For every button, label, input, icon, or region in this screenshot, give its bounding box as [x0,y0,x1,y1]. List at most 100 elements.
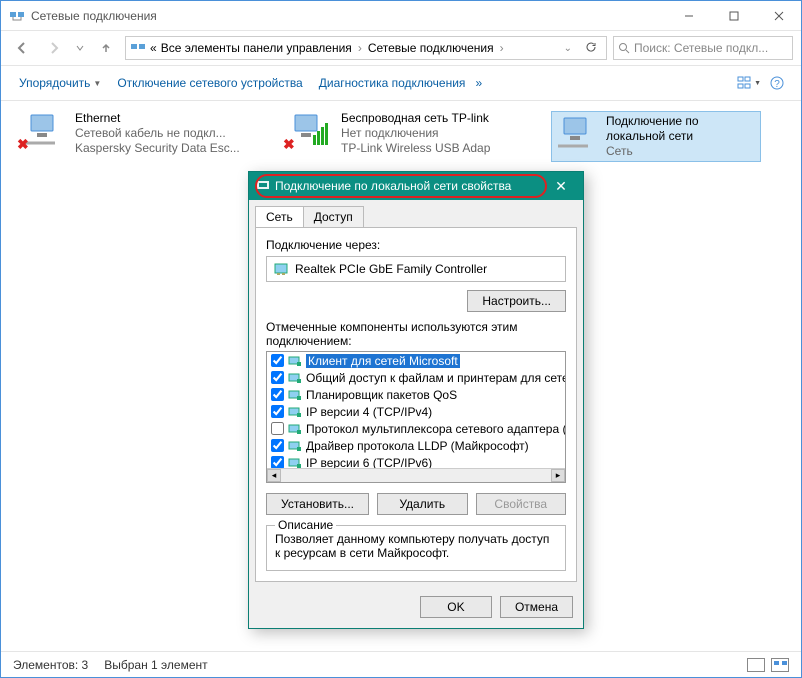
dialog-title: Подключение по локальной сети свойства [275,179,511,193]
component-icon [288,457,302,469]
disable-device-button[interactable]: Отключение сетевого устройства [111,72,308,94]
connection-title: Ethernet [75,111,240,126]
component-checkbox[interactable] [271,388,284,401]
search-input[interactable]: Поиск: Сетевые подкл... [613,36,793,60]
adapter-box: Realtek PCIe GbE Family Controller [266,256,566,282]
scroll-right[interactable]: ▸ [551,469,565,482]
connection-item-lan[interactable]: Подключение по локальной сети Сеть [551,111,761,162]
connection-adapter: Kaspersky Security Data Esc... [75,141,240,156]
component-checkbox[interactable] [271,439,284,452]
nav-back-button[interactable] [9,35,35,61]
close-button[interactable] [756,1,801,30]
toolbar: Упорядочить▼ Отключение сетевого устройс… [1,65,801,101]
component-icon [288,406,302,418]
component-icon [288,389,302,401]
component-icon [288,440,302,452]
breadcrumb-seg-1[interactable]: Все элементы панели управления [161,41,352,55]
minimize-button[interactable] [666,1,711,30]
dialog-close-button[interactable]: ✕ [545,178,577,195]
breadcrumb-seg-2[interactable]: Сетевые подключения [368,41,494,55]
component-checkbox[interactable] [271,371,284,384]
nic-icon [273,261,289,277]
connection-status: Сеть [606,144,758,159]
chevron-down-icon: ▼ [754,80,761,87]
error-x-icon: ✖ [17,136,29,153]
help-button[interactable]: ? [765,71,789,95]
view-dropdown[interactable]: ▼ [737,71,761,95]
breadcrumb-back[interactable]: « [150,41,157,55]
tab-network[interactable]: Сеть [255,206,304,227]
chevron-down-icon: ▼ [93,79,101,88]
component-row[interactable]: IP версии 4 (TCP/IPv4) [267,403,565,420]
search-placeholder: Поиск: Сетевые подкл... [634,41,768,55]
description-legend: Описание [275,518,336,532]
component-icon [288,423,302,435]
components-list[interactable]: Клиент для сетей Microsoft Общий доступ к… [266,351,566,483]
dialog-tabs: Сеть Доступ [255,206,577,227]
diagnose-button[interactable]: Диагностика подключения [313,72,472,94]
properties-button[interactable]: Свойства [476,493,567,515]
explorer-window: Сетевые подключения « [0,0,802,678]
svg-text:?: ? [774,79,780,90]
window-title: Сетевые подключения [31,9,157,23]
view-tiles-icon[interactable] [771,658,789,672]
component-checkbox[interactable] [271,422,284,435]
properties-dialog: Подключение по локальной сети свойства ✕… [248,171,584,629]
content-area: ✖ Ethernet Сетевой кабель не подкл... Ka… [1,101,801,172]
remove-button[interactable]: Удалить [377,493,468,515]
adapter-name: Realtek PCIe GbE Family Controller [295,262,487,276]
maximize-button[interactable] [711,1,756,30]
ok-button[interactable]: OK [420,596,492,618]
components-label: Отмеченные компоненты используются этим … [266,320,566,348]
component-icon [288,355,302,367]
component-checkbox[interactable] [271,354,284,367]
chevron-right-icon: › [356,41,364,55]
dialog-footer: OK Отмена [249,588,583,628]
configure-button[interactable]: Настроить... [467,290,566,312]
nav-history-dropdown[interactable] [73,35,87,61]
tab-access[interactable]: Доступ [303,206,364,227]
component-row[interactable]: Планировщик пакетов QoS [267,386,565,403]
network-icon: ✖ [285,111,333,151]
dialog-titlebar[interactable]: Подключение по локальной сети свойства ✕ [249,172,583,200]
connection-item-wifi[interactable]: ✖ Беспроводная сеть TP-link Нет подключе… [285,111,525,156]
nav-up-button[interactable] [93,35,119,61]
horizontal-scrollbar[interactable]: ◂ ▸ [267,468,565,482]
component-label: IP версии 4 (TCP/IPv4) [306,405,432,419]
component-row[interactable]: Общий доступ к файлам и принтерам для се… [267,369,565,386]
connection-adapter: TP-Link Wireless USB Adap [341,141,490,156]
nav-forward-button[interactable] [41,35,67,61]
tab-body-network: Подключение через: Realtek PCIe GbE Fami… [255,227,577,582]
chevron-right-icon: › [498,41,506,55]
search-icon [618,42,630,54]
component-row[interactable]: Клиент для сетей Microsoft [267,352,565,369]
component-row[interactable]: Протокол мультиплексора сетевого адаптер… [267,420,565,437]
window-controls [666,1,801,30]
connection-status: Сетевой кабель не подкл... [75,126,240,141]
error-x-icon: ✖ [283,136,295,153]
organize-menu[interactable]: Упорядочить▼ [13,72,107,94]
network-icon: ✖ [19,111,67,151]
connection-title: Подключение по локальной сети [606,114,758,144]
address-dropdown[interactable]: ⌄ [560,43,576,54]
breadcrumb[interactable]: « Все элементы панели управления › Сетев… [125,36,607,60]
component-label: Клиент для сетей Microsoft [306,354,460,368]
component-label: Общий доступ к файлам и принтерам для се… [306,371,565,385]
view-details-icon[interactable] [747,658,765,672]
scroll-left[interactable]: ◂ [267,469,281,482]
adapter-icon [255,178,271,194]
cancel-button[interactable]: Отмена [500,596,573,618]
component-label: Планировщик пакетов QoS [306,388,457,402]
install-button[interactable]: Установить... [266,493,369,515]
component-label: Драйвер протокола LLDP (Майкрософт) [306,439,529,453]
statusbar: Элементов: 3 Выбран 1 элемент [1,651,801,677]
connection-item-ethernet[interactable]: ✖ Ethernet Сетевой кабель не подкл... Ka… [19,111,259,156]
refresh-button[interactable] [580,41,602,56]
connect-via-label: Подключение через: [266,238,566,252]
folder-icon [130,40,146,56]
component-row[interactable]: Драйвер протокола LLDP (Майкрософт) [267,437,565,454]
component-checkbox[interactable] [271,405,284,418]
toolbar-overflow[interactable]: » [475,76,482,90]
network-icon [554,114,598,154]
status-selected: Выбран 1 элемент [104,658,207,672]
